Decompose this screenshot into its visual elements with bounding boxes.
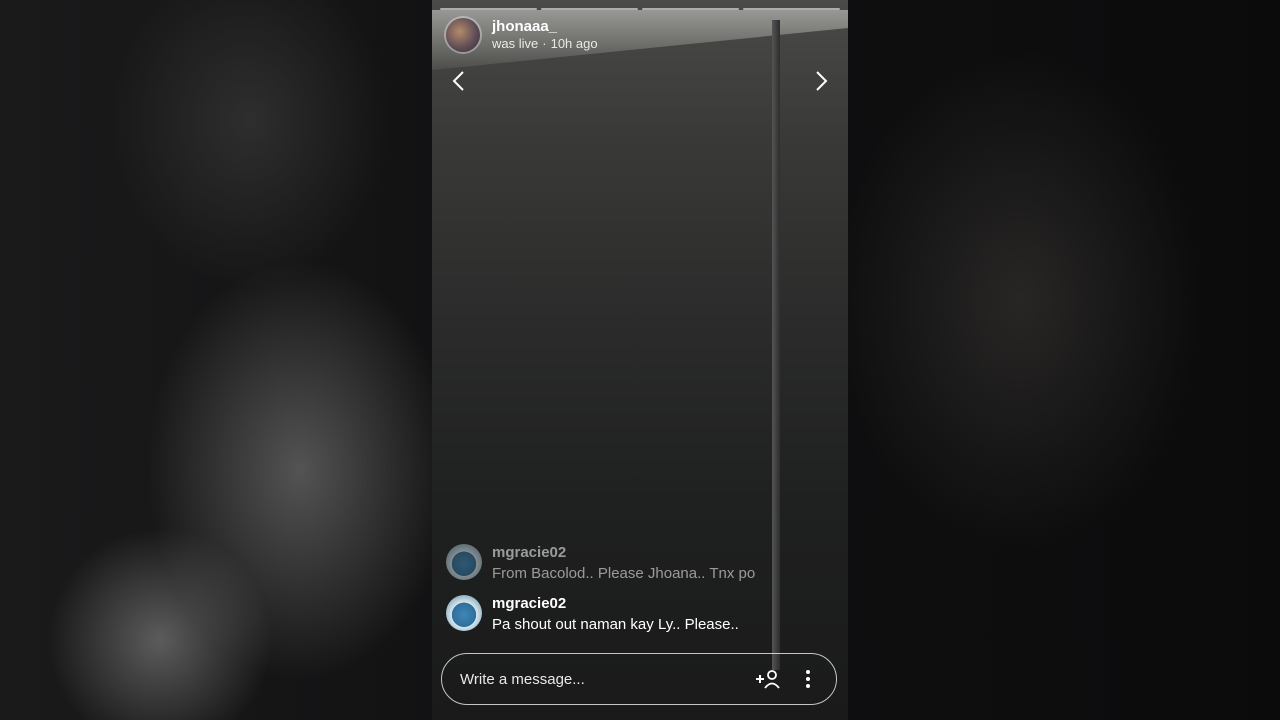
add-person-icon (756, 670, 780, 689)
username[interactable]: jhonaaa_ (492, 18, 598, 35)
comment-message: From Bacolod.. Please Jhoana.. Tnx po (492, 565, 756, 582)
more-options-button[interactable] (788, 659, 828, 699)
story-progress (440, 8, 840, 10)
separator-dot: · (542, 36, 547, 51)
message-composer (441, 653, 837, 705)
next-story-button[interactable] (806, 66, 836, 96)
more-vertical-icon (806, 670, 810, 688)
chevron-right-icon (816, 71, 828, 91)
previous-story-button[interactable] (444, 66, 474, 96)
comment-avatar[interactable] (446, 544, 482, 580)
live-status: was live · 10h ago (492, 35, 598, 52)
message-input[interactable] (442, 659, 748, 699)
progress-segment (541, 8, 638, 10)
avatar[interactable] (446, 18, 480, 52)
comment-item: mgracie02 Pa shout out naman kay Ly.. Pl… (446, 595, 739, 633)
comment-username[interactable]: mgracie02 (492, 595, 739, 612)
invite-button[interactable] (748, 659, 788, 699)
comment-username[interactable]: mgracie02 (492, 544, 755, 561)
progress-segment (440, 8, 537, 10)
comment-avatar[interactable] (446, 595, 482, 631)
comment-message: Pa shout out naman kay Ly.. Please.. (492, 616, 739, 633)
progress-segment (642, 8, 739, 10)
progress-segment (743, 8, 840, 10)
chevron-left-icon (452, 71, 464, 91)
status-text: was live (492, 36, 539, 51)
comment-item: mgracie02 From Bacolod.. Please Jhoana..… (446, 544, 755, 582)
user-meta: jhonaaa_ was live · 10h ago (492, 18, 598, 52)
story-header: jhonaaa_ was live · 10h ago (446, 18, 598, 52)
timestamp: 10h ago (550, 36, 598, 51)
tent-pole (772, 20, 780, 670)
